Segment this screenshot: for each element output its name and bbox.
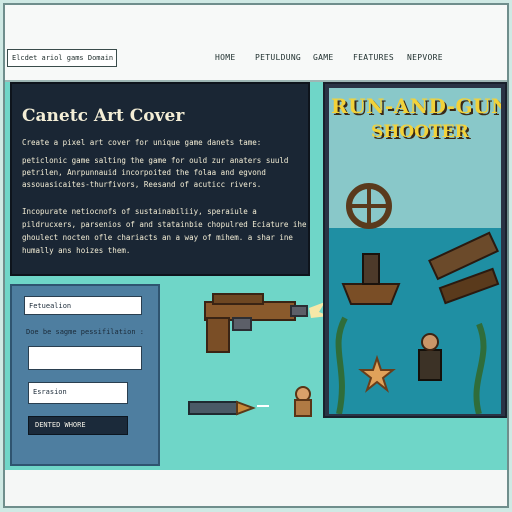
- cover-background: RUN-AND-GUN SHOOTER: [329, 88, 501, 414]
- cover-illustration: [335, 183, 500, 414]
- game-cover-art: RUN-AND-GUN SHOOTER: [323, 82, 507, 418]
- game-sprites: [188, 293, 329, 417]
- nav-petuldung[interactable]: PETULDUNG: [255, 53, 301, 62]
- nav-game[interactable]: GAME: [313, 53, 333, 62]
- browser-window: Elcdet ariol gams Domain HOME PETULDUNG …: [3, 3, 509, 508]
- seaweed-icon: [335, 316, 487, 414]
- panel-paragraph-2: Incopurate netiocnofs of sustainabiliiy,…: [22, 207, 307, 255]
- starfish-icon: [358, 354, 396, 393]
- form-panel: Fetuealion Doe be sagme pessifilation : …: [10, 284, 160, 466]
- diver-soldier-icon: [418, 333, 442, 381]
- cannon-icon: [428, 231, 500, 305]
- tiny-hero-sprite-icon: [294, 386, 312, 417]
- panel-paragraph-1: peticlonic game salting the game for oul…: [22, 156, 289, 189]
- field-box-1[interactable]: Fetuealion: [24, 296, 142, 315]
- description-panel: Canetc Art Cover Create a pixel art cove…: [10, 82, 310, 276]
- field-box-3[interactable]: Esrasion: [28, 382, 128, 404]
- page-footer: [5, 470, 507, 506]
- boat-icon: [341, 253, 401, 305]
- site-header: Elcdet ariol gams Domain HOME PETULDUNG …: [5, 5, 507, 82]
- pixel-gun-icon: [204, 293, 329, 353]
- main-stage: Canetc Art Cover Create a pixel art cove…: [5, 82, 507, 470]
- text-input[interactable]: [28, 346, 142, 370]
- wheel-icon: [346, 183, 392, 229]
- bullet-icon: [188, 400, 269, 416]
- panel-intro: Create a pixel art cover for unique game…: [22, 138, 262, 147]
- field-label-1: Fetuealion: [29, 302, 72, 310]
- field-label-3: Esrasion: [33, 388, 67, 396]
- panel-title: Canetc Art Cover: [22, 106, 185, 126]
- site-brand[interactable]: Elcdet ariol gams Domain: [7, 49, 117, 67]
- field-label-2: Doe be sagme pessifilation :: [26, 328, 145, 336]
- submit-button[interactable]: DENTED WHORE: [28, 416, 128, 435]
- nav-home[interactable]: HOME: [215, 53, 235, 62]
- nav-nepvore[interactable]: NEPVORE: [407, 53, 443, 62]
- nav-features[interactable]: FEATURES: [353, 53, 394, 62]
